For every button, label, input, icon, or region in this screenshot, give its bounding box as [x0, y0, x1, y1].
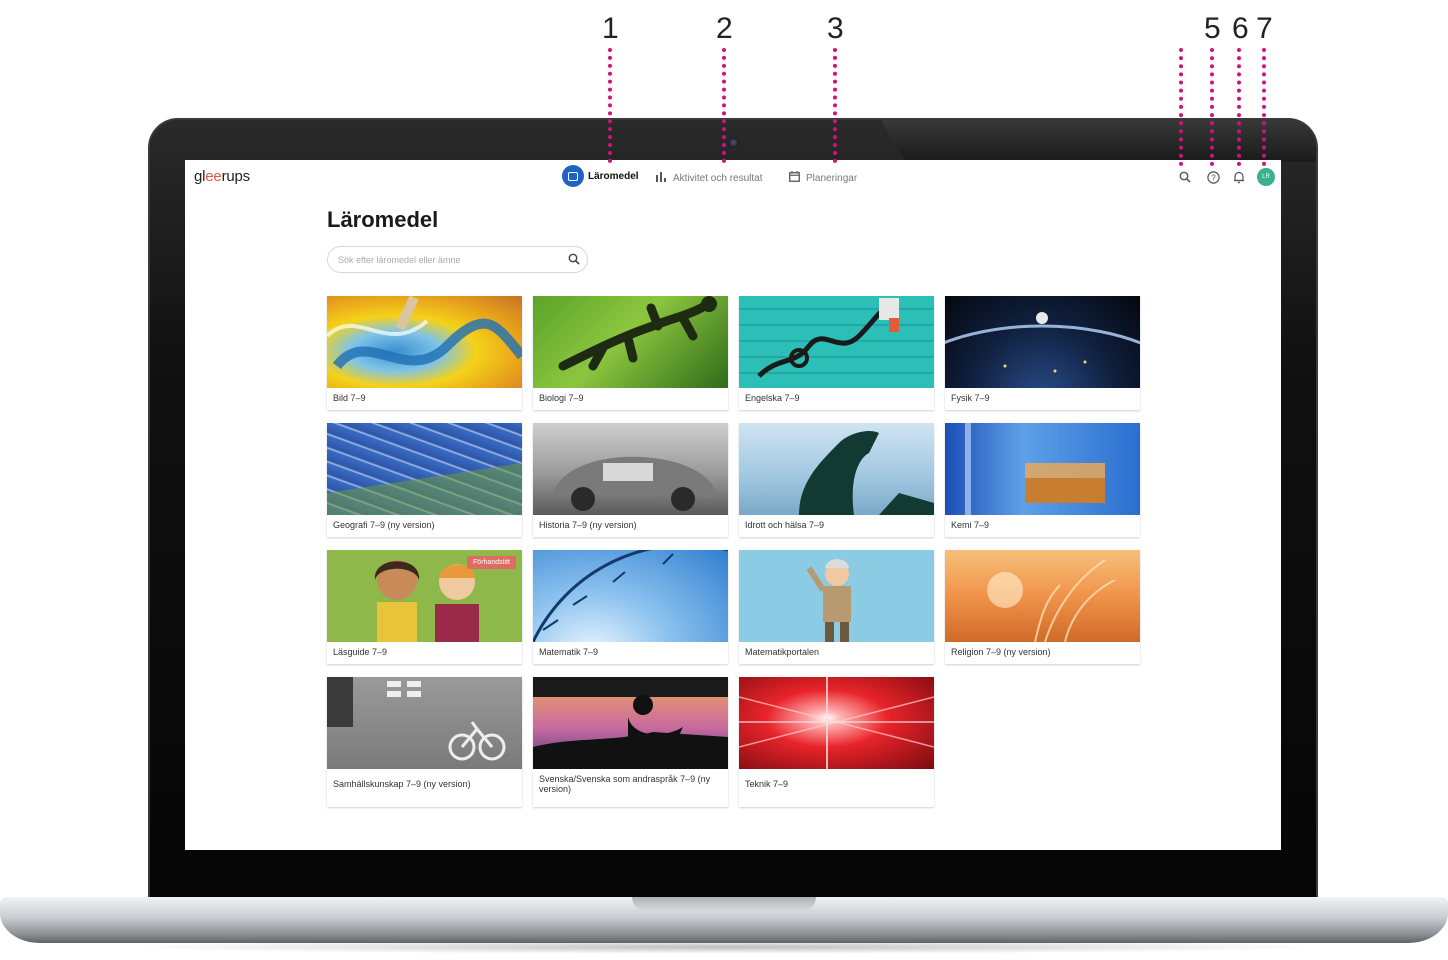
page-title: Läromedel: [327, 207, 439, 232]
bell-icon[interactable]: [1231, 169, 1247, 185]
course-thumbnail: [327, 677, 522, 769]
search-icon[interactable]: [568, 253, 580, 268]
course-thumbnail: [739, 423, 934, 515]
course-title: Bild 7–9: [333, 393, 366, 403]
callout-7-leader: [1262, 48, 1266, 166]
course-card-religion[interactable]: Religion 7–9 (ny version): [945, 550, 1140, 664]
course-card-engelska[interactable]: Engelska 7–9: [739, 296, 934, 410]
course-thumbnail: [327, 423, 522, 515]
course-card-bild[interactable]: Bild 7–9: [327, 296, 522, 410]
course-search-input[interactable]: [338, 252, 558, 268]
course-card-fysik[interactable]: Fysik 7–9: [945, 296, 1140, 410]
nav-laromedel[interactable]: Läromedel: [562, 165, 639, 187]
laptop-notch: [632, 897, 816, 911]
course-thumbnail: [327, 296, 522, 388]
course-thumbnail: [945, 423, 1140, 515]
course-title: Matematik 7–9: [539, 647, 599, 657]
course-card-teknik[interactable]: Teknik 7–9: [739, 677, 934, 807]
course-thumbnail: [533, 550, 728, 642]
course-thumbnail: [945, 550, 1140, 642]
course-title: Biologi 7–9: [539, 393, 584, 403]
course-thumbnail: [739, 550, 934, 642]
course-thumbnail: [739, 296, 934, 388]
course-card-historia[interactable]: Historia 7–9 (ny version): [533, 423, 728, 537]
callout-1-leader: [608, 48, 612, 163]
callout-1: 1: [602, 12, 619, 45]
preview-badge: Förhandstitt: [467, 556, 516, 569]
calendar-icon: [789, 171, 800, 185]
callout-5: 5: [1204, 12, 1221, 45]
callout-5-leader: [1210, 48, 1214, 166]
course-card-lasguide[interactable]: Förhandstitt Läsguide 7–9: [327, 550, 522, 664]
course-title: Religion 7–9 (ny version): [951, 647, 1051, 657]
help-icon[interactable]: ?: [1205, 169, 1221, 185]
course-card-idrott[interactable]: Idrott och hälsa 7–9: [739, 423, 934, 537]
top-navigation-bar: gleerups Läromedel Aktivitet och resulta…: [185, 160, 1281, 194]
book-icon: [562, 165, 584, 187]
course-title: Svenska/Svenska som andraspråk 7–9 (ny v…: [539, 774, 711, 795]
nav-planeringar[interactable]: Planeringar: [789, 168, 857, 188]
laptop-lid-reflection: [880, 118, 1316, 162]
course-card-samhallskunskap[interactable]: Samhällskunskap 7–9 (ny version): [327, 677, 522, 807]
course-thumbnail: [739, 677, 934, 769]
course-title: Kemi 7–9: [951, 520, 990, 530]
course-card-svenska[interactable]: Svenska/Svenska som andraspråk 7–9 (ny v…: [533, 677, 728, 807]
gleerups-logo[interactable]: gleerups: [194, 168, 250, 185]
nav-aktivitet-och-resultat[interactable]: Aktivitet och resultat: [656, 168, 762, 188]
bar-chart-icon: [656, 171, 667, 185]
user-avatar[interactable]: LR: [1257, 168, 1275, 186]
callout-2: 2: [716, 12, 733, 45]
callout-3: 3: [827, 12, 844, 45]
course-title: Geografi 7–9 (ny version): [333, 520, 435, 530]
svg-text:?: ?: [1211, 173, 1216, 182]
course-thumbnail: [533, 423, 728, 515]
course-title: Historia 7–9 (ny version): [539, 520, 637, 530]
course-title: Teknik 7–9: [745, 779, 789, 789]
app-screen: gleerups Läromedel Aktivitet och resulta…: [185, 160, 1281, 850]
callout-3-leader: [833, 48, 837, 163]
callout-2-leader: [722, 48, 726, 163]
course-title: Idrott och hälsa 7–9: [745, 520, 825, 530]
course-card-matematikportalen[interactable]: Matematikportalen: [739, 550, 934, 664]
course-title: Samhällskunskap 7–9 (ny version): [333, 779, 471, 789]
course-title: Fysik 7–9: [951, 393, 990, 403]
course-card-geografi[interactable]: Geografi 7–9 (ny version): [327, 423, 522, 537]
webcam: [728, 137, 739, 148]
callout-6-leader: [1237, 48, 1241, 166]
callout-7: 7: [1256, 12, 1273, 45]
course-title: Engelska 7–9: [745, 393, 800, 403]
callout-6: 6: [1232, 12, 1249, 45]
course-thumbnail: [533, 296, 728, 388]
course-thumbnail: Förhandstitt: [327, 550, 522, 642]
course-title: Läsguide 7–9: [333, 647, 388, 657]
course-card-kemi[interactable]: Kemi 7–9: [945, 423, 1140, 537]
course-search-box[interactable]: [327, 246, 588, 273]
course-card-matematik[interactable]: Matematik 7–9: [533, 550, 728, 664]
search-icon[interactable]: [1177, 169, 1193, 185]
course-title: Matematikportalen: [745, 647, 820, 657]
course-thumbnail: [533, 677, 728, 769]
callout-4-leader: [1179, 48, 1183, 166]
course-thumbnail: [945, 296, 1140, 388]
course-card-biologi[interactable]: Biologi 7–9: [533, 296, 728, 410]
